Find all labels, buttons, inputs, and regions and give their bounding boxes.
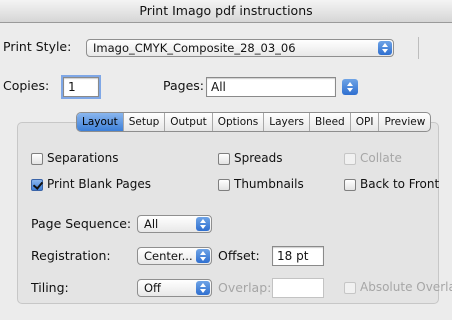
collate-label: Collate [360,151,402,165]
print-blank-pages-label: Print Blank Pages [47,177,152,191]
tab-options[interactable]: Options [213,113,265,131]
registration-popup[interactable]: Center... [137,247,212,265]
options-group [17,122,439,304]
absolute-overlap-checkbox[interactable] [344,282,356,294]
back-to-front-checkbox[interactable] [344,179,356,191]
separations-label: Separations [47,151,119,165]
offset-label: Offset: [218,248,260,263]
page-sequence-value: All [144,217,159,231]
tab-preview[interactable]: Preview [379,113,430,131]
popup-arrows-icon [196,281,210,295]
tab-setup[interactable]: Setup [124,113,166,131]
registration-value: Center... [144,249,193,263]
pages-label: Pages: [163,78,204,93]
overlap-label: Overlap: [218,280,272,295]
absolute-overlap-label: Absolute Overlap [360,280,452,294]
page-sequence-label: Page Sequence: [31,216,132,231]
separations-checkbox[interactable] [31,153,43,165]
copies-label: Copies: [3,78,50,93]
copies-field[interactable]: 1 [61,75,101,99]
spreads-label: Spreads [234,151,283,165]
thumbnails-checkbox[interactable] [218,179,230,191]
tab-bleed[interactable]: Bleed [310,113,351,131]
tiling-value: Off [144,281,161,295]
back-to-front-label: Back to Front [360,177,440,191]
tab-opi[interactable]: OPI [351,113,380,131]
overlap-field[interactable] [272,278,324,298]
popup-arrows-icon [378,41,392,55]
page-sequence-popup[interactable]: All [137,215,212,233]
registration-label: Registration: [31,248,111,263]
print-style-label: Print Style: [3,39,72,54]
offset-field[interactable]: 18 pt [272,246,324,266]
thumbnails-label: Thumbnails [234,177,304,191]
print-style-popup[interactable]: Imago_CMYK_Composite_28_03_06 [86,39,394,57]
tab-output[interactable]: Output [165,113,213,131]
print-blank-pages-checkbox[interactable] [31,179,43,191]
spreads-checkbox[interactable] [218,153,230,165]
window-title: Print Imago pdf instructions [0,0,452,23]
collate-checkbox[interactable] [344,153,356,165]
popup-arrows-icon [196,217,210,231]
tiling-popup[interactable]: Off [137,279,212,297]
tiling-label: Tiling: [31,280,69,295]
separator [418,37,419,59]
print-dialog: Print Style: Imago_CMYK_Composite_28_03_… [0,23,452,320]
tab-bar: Layout Setup Output Options Layers Bleed… [76,112,432,132]
pages-field[interactable]: All [206,77,336,97]
popup-arrows-icon [196,249,210,263]
print-style-value: Imago_CMYK_Composite_28_03_06 [93,41,296,55]
tab-layers[interactable]: Layers [264,113,311,131]
pages-popup-button[interactable] [342,79,358,95]
tab-layout[interactable]: Layout [77,113,124,131]
